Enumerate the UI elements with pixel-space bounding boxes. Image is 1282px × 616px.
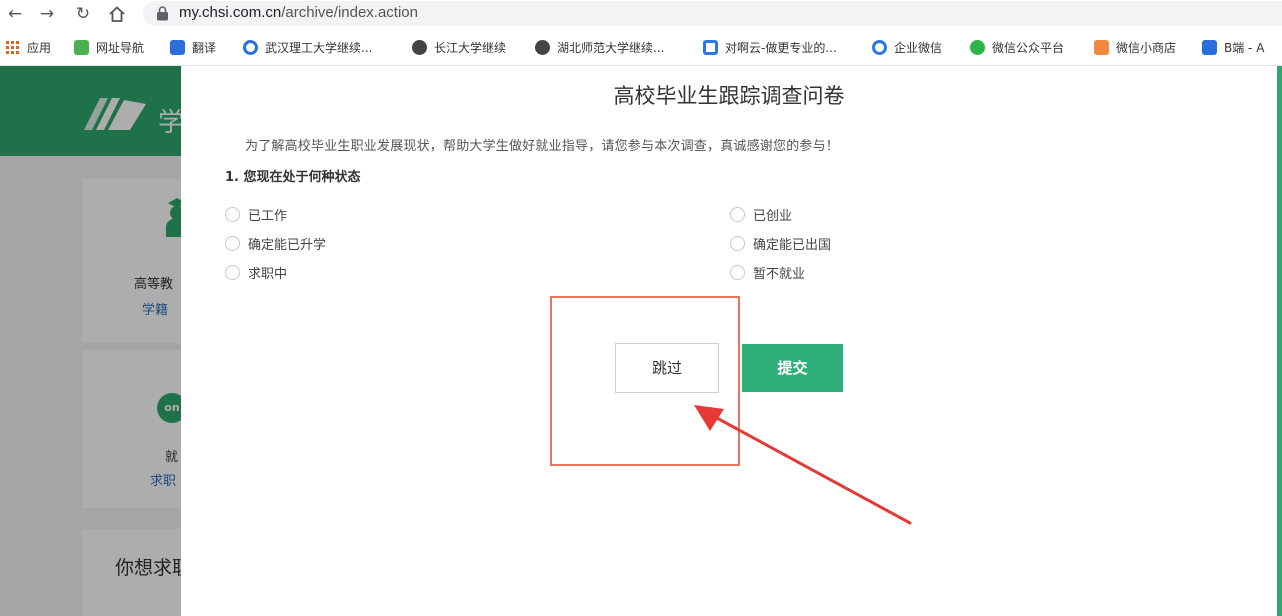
bookmark-label: 应用 bbox=[27, 40, 52, 55]
bookmark-label: 湖北师范大学继续... bbox=[557, 40, 665, 55]
wechat-icon bbox=[970, 39, 985, 55]
option-label: 暂不就业 bbox=[753, 267, 806, 282]
survey-title-text: 高校毕业生跟踪调查问卷 bbox=[613, 84, 845, 108]
radio-button[interactable] bbox=[730, 236, 745, 251]
bookmark-translate[interactable]: 翻译 bbox=[170, 38, 216, 56]
bookmark-label: 企业微信 bbox=[894, 40, 943, 55]
forward-icon[interactable]: → bbox=[36, 3, 58, 25]
translate-icon bbox=[170, 39, 185, 55]
bookmark-duiayun[interactable]: 对啊云-做更专业的... bbox=[703, 38, 837, 56]
bookmark-label: B端 - A bbox=[1224, 40, 1265, 55]
bookmark-label: 网址导航 bbox=[96, 40, 145, 55]
browser-toolbar: ← → ↻ my.chsi.com.cn/archive/index.actio… bbox=[0, 0, 1282, 28]
bookmarks-bar: 应用 网址导航 翻译 武汉理工大学继续... 长江大学继续 湖北师范大学继续..… bbox=[0, 28, 1282, 66]
bookmark-wework[interactable]: 企业微信 bbox=[872, 38, 942, 56]
bookmark-yangtze[interactable]: 长江大学继续 bbox=[412, 38, 506, 56]
site-icon bbox=[1202, 39, 1217, 55]
bookmark-nav[interactable]: 网址导航 bbox=[74, 38, 144, 56]
option-job-seeking[interactable]: 求职中 bbox=[225, 263, 287, 282]
bookmark-label: 微信公众平台 bbox=[992, 40, 1065, 55]
url-host: my.chsi.com.cn bbox=[179, 4, 282, 21]
globe-icon bbox=[412, 39, 427, 55]
question-label: 1. 您现在处于何种状态 bbox=[225, 170, 361, 185]
option-abroad[interactable]: 确定能已出国 bbox=[730, 234, 831, 253]
radio-button[interactable] bbox=[730, 265, 745, 280]
option-label: 已工作 bbox=[248, 209, 288, 224]
bookmark-label: 微信小商店 bbox=[1116, 40, 1177, 55]
bookmark-label: 武汉理工大学继续... bbox=[265, 40, 373, 55]
option-label: 确定能已升学 bbox=[248, 238, 327, 253]
bookmark-wechat-mp[interactable]: 微信公众平台 bbox=[970, 38, 1064, 56]
option-label: 确定能已出国 bbox=[753, 238, 832, 253]
radio-button[interactable] bbox=[225, 207, 240, 222]
bookmark-label: 长江大学继续 bbox=[434, 40, 507, 55]
submit-button[interactable]: 提交 bbox=[742, 344, 843, 392]
apps-grid-icon bbox=[6, 40, 19, 54]
globe-icon bbox=[535, 39, 550, 55]
bookmark-label: 对啊云-做更专业的... bbox=[725, 40, 837, 55]
shop-icon bbox=[1094, 39, 1109, 55]
bookmark-whut[interactable]: 武汉理工大学继续... bbox=[243, 38, 372, 56]
house-icon bbox=[74, 39, 89, 55]
duiayun-icon bbox=[703, 39, 718, 55]
option-label: 求职中 bbox=[248, 267, 288, 282]
wework-icon bbox=[872, 39, 887, 55]
url-path: /archive/index.action bbox=[281, 4, 418, 21]
option-label: 已创业 bbox=[753, 209, 793, 224]
survey-title: 高校毕业生跟踪调查问卷 bbox=[181, 80, 1277, 110]
radio-button[interactable] bbox=[225, 236, 240, 251]
bookmark-label: 翻译 bbox=[192, 40, 217, 55]
url-text[interactable]: my.chsi.com.cn/archive/index.action bbox=[179, 4, 418, 21]
bookmark-b-side[interactable]: B端 - A bbox=[1202, 38, 1264, 56]
lock-icon bbox=[157, 6, 168, 21]
site-icon bbox=[243, 39, 258, 55]
radio-button[interactable] bbox=[730, 207, 745, 222]
survey-intro: 为了解高校毕业生职业发展现状，帮助大学生做好就业指导，请您参与本次调查，真诚感谢… bbox=[245, 139, 840, 154]
radio-button[interactable] bbox=[225, 265, 240, 280]
option-further-study[interactable]: 确定能已升学 bbox=[225, 234, 326, 253]
option-employed[interactable]: 已工作 bbox=[225, 205, 287, 224]
bookmark-apps[interactable]: 应用 bbox=[5, 38, 51, 56]
bookmark-wechat-shop[interactable]: 微信小商店 bbox=[1094, 38, 1176, 56]
option-not-employed[interactable]: 暂不就业 bbox=[730, 263, 805, 282]
bookmark-hbnu[interactable]: 湖北师范大学继续... bbox=[535, 38, 664, 56]
reload-icon[interactable]: ↻ bbox=[72, 3, 94, 25]
option-entrepreneur[interactable]: 已创业 bbox=[730, 205, 792, 224]
red-arrow-icon bbox=[694, 405, 912, 525]
page-edge bbox=[1277, 66, 1282, 616]
back-icon[interactable]: ← bbox=[4, 3, 26, 25]
home-icon[interactable] bbox=[106, 3, 128, 25]
